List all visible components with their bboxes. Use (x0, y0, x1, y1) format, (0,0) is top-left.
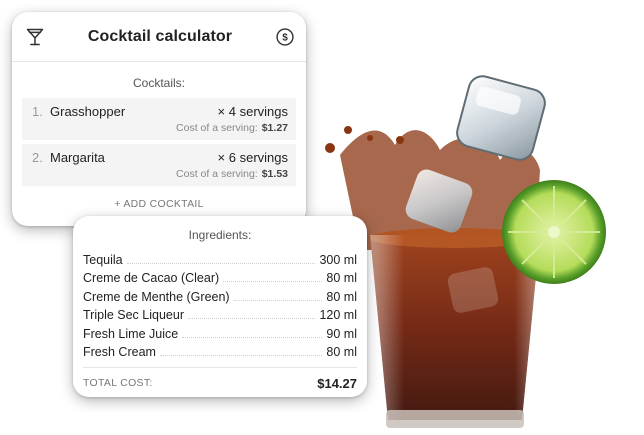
total-cost-row: TOTAL COST: $14.27 (73, 368, 367, 398)
ingredient-name: Fresh Cream (83, 345, 156, 359)
cocktail-name: Margarita (50, 150, 105, 165)
cocktail-number: 1. (32, 104, 43, 119)
ingredient-name: Creme de Cacao (Clear) (83, 271, 220, 285)
ingredient-quantity: 300 ml (319, 252, 357, 267)
cocktail-servings[interactable]: × 4 servings (218, 104, 288, 119)
dotted-leader (223, 281, 323, 282)
cocktail-item[interactable]: 1. Grasshopper × 4 servings Cost of a se… (22, 98, 296, 140)
ingredients-label: Ingredients: (188, 228, 252, 242)
ingredient-quantity: 80 ml (326, 289, 357, 304)
ingredient-quantity: 80 ml (326, 345, 357, 359)
ingredient-quantity: 120 ml (319, 308, 357, 322)
cocktail-servings[interactable]: × 6 servings (218, 150, 288, 165)
serving-cost: Cost of a serving: $1.27 (176, 122, 288, 134)
ingredient-row: Triple Sec Liqueur 120 ml (83, 304, 357, 322)
cocktail-number: 2. (32, 150, 43, 165)
cocktail-name: Grasshopper (50, 104, 126, 119)
serving-cost-label: Cost of a serving: (176, 122, 258, 134)
ingredient-quantity: 90 ml (326, 326, 357, 341)
dotted-leader (159, 355, 323, 356)
cocktails-label: Cocktails: (132, 76, 185, 90)
dotted-leader (187, 318, 316, 319)
cocktail-item[interactable]: 2. Margarita × 6 servings Cost of a serv… (22, 144, 296, 186)
ingredient-row: Fresh Cream 80 ml (83, 341, 357, 359)
total-cost-label: TOTAL COST: (83, 377, 153, 389)
ingredient-row: Creme de Menthe (Green) 80 ml (83, 285, 357, 304)
cocktail-glass-icon[interactable] (24, 26, 46, 48)
ingredient-name: Fresh Lime Juice (83, 326, 179, 341)
cocktail-calculator-card: Cocktail calculator $ Cocktails: 1. Gras… (12, 12, 306, 226)
dotted-leader (182, 336, 323, 338)
ingredients-card: Ingredients: Tequila 300 ml Creme de Cac… (73, 216, 367, 397)
add-cocktail-button[interactable]: + ADD COCKTAIL (12, 198, 306, 210)
svg-text:$: $ (282, 32, 288, 43)
serving-cost-value: $1.27 (261, 122, 288, 134)
serving-cost-label: Cost of a serving: (176, 168, 258, 180)
dollar-circle-icon[interactable]: $ (274, 26, 296, 48)
app-header: Cocktail calculator $ (12, 12, 306, 62)
ingredient-name: Tequila (83, 252, 123, 267)
ingredients-list: Tequila 300 ml Creme de Cacao (Clear) 80… (73, 248, 367, 360)
total-cost-value: $14.27 (317, 375, 357, 391)
ingredient-name: Triple Sec Liqueur (83, 308, 184, 322)
serving-cost: Cost of a serving: $1.53 (176, 168, 288, 180)
ingredient-row: Fresh Lime Juice 90 ml (83, 322, 357, 341)
ingredient-row: Creme de Cacao (Clear) 80 ml (83, 267, 357, 285)
ingredient-quantity: 80 ml (326, 271, 357, 285)
app-title: Cocktail calculator (87, 27, 233, 45)
ingredient-name: Creme de Menthe (Green) (83, 289, 230, 304)
dotted-leader (233, 299, 323, 301)
dotted-leader (126, 262, 316, 264)
ingredient-row: Tequila 300 ml (83, 248, 357, 267)
serving-cost-value: $1.53 (261, 168, 288, 180)
